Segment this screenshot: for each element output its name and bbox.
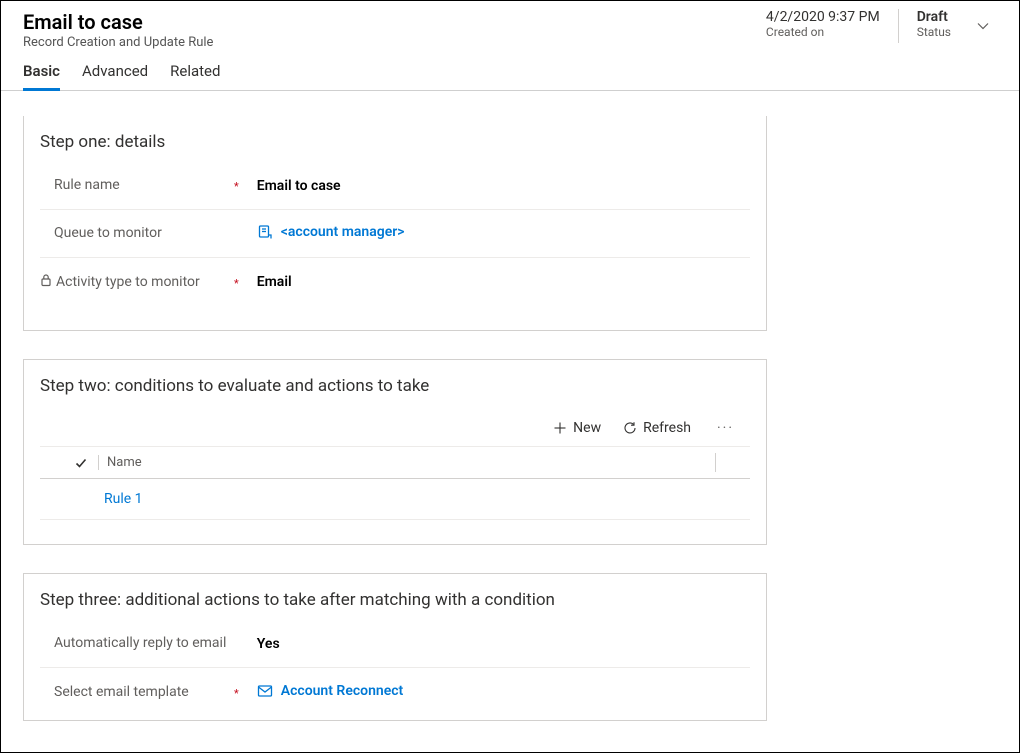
activity-type-value: Email [239, 274, 292, 290]
field-queue-to-monitor[interactable]: Queue to monitor * <account manager> [40, 210, 750, 258]
select-all-checkbox[interactable] [70, 456, 92, 470]
plus-icon [553, 421, 567, 435]
chevron-down-icon [975, 18, 991, 34]
tab-list: Basic Advanced Related [1, 50, 1019, 91]
tab-related[interactable]: Related [170, 62, 220, 90]
email-template-value: Account Reconnect [281, 683, 404, 699]
page-title: Email to case [23, 9, 213, 35]
email-template-icon [257, 684, 273, 698]
rule-name-value[interactable]: Email to case [239, 178, 341, 194]
header-meta: 4/2/2020 9:37 PM Created on Draft Status [766, 7, 997, 43]
created-on-block: 4/2/2020 9:37 PM Created on [766, 9, 880, 39]
column-header-name[interactable]: Name [98, 455, 142, 470]
rule-name-label: Rule name [54, 176, 120, 195]
created-on-value: 4/2/2020 9:37 PM [766, 9, 880, 25]
queue-lookup-value[interactable]: <account manager> [257, 224, 405, 240]
created-on-label: Created on [766, 25, 880, 39]
status-block: Draft Status [917, 9, 951, 39]
grid-row[interactable]: Rule 1 [40, 479, 750, 520]
status-label: Status [917, 25, 951, 39]
field-email-template[interactable]: Select email template * Account Reconnec… [40, 668, 750, 716]
content-inner: Step one: details Rule name * Email to c… [23, 116, 767, 721]
email-template-lookup[interactable]: Account Reconnect [257, 683, 404, 699]
meta-divider [898, 9, 899, 43]
grid-header: Name [40, 446, 750, 479]
tab-advanced[interactable]: Advanced [82, 62, 148, 90]
refresh-button-label: Refresh [643, 420, 691, 436]
rule-link[interactable]: Rule 1 [104, 491, 143, 507]
field-auto-reply[interactable]: Automatically reply to email * Yes [40, 620, 750, 668]
step-two-title: Step two: conditions to evaluate and act… [40, 376, 750, 396]
refresh-icon [623, 421, 637, 435]
new-button[interactable]: New [553, 420, 601, 436]
queue-value-text: <account manager> [281, 224, 405, 240]
header-expand-button[interactable] [969, 12, 997, 40]
auto-reply-value[interactable]: Yes [239, 636, 280, 652]
step-one-panel: Step one: details Rule name * Email to c… [23, 116, 767, 331]
content-scroll[interactable]: Step one: details Rule name * Email to c… [1, 116, 1019, 752]
step-three-panel: Step three: additional actions to take a… [23, 573, 767, 721]
step-three-title: Step three: additional actions to take a… [40, 590, 750, 610]
queue-icon [257, 224, 273, 240]
field-activity-type: Activity type to monitor * Email [40, 258, 750, 306]
auto-reply-label: Automatically reply to email [54, 634, 226, 653]
email-template-label: Select email template [54, 683, 189, 702]
checkmark-icon [74, 456, 88, 470]
step-one-title: Step one: details [40, 132, 750, 152]
queue-label: Queue to monitor [54, 224, 162, 243]
refresh-button[interactable]: Refresh [623, 420, 691, 436]
activity-type-label: Activity type to monitor [56, 273, 200, 292]
more-commands-button[interactable]: ··· [713, 420, 738, 436]
tab-basic[interactable]: Basic [23, 62, 60, 91]
status-value: Draft [917, 9, 951, 25]
grid-toolbar: New Refresh ··· [40, 406, 750, 446]
page-subtitle: Record Creation and Update Rule [23, 35, 213, 50]
lock-icon [40, 273, 52, 291]
form-header: Email to case Record Creation and Update… [1, 1, 1019, 50]
field-rule-name[interactable]: Rule name * Email to case [40, 162, 750, 210]
step-two-panel: Step two: conditions to evaluate and act… [23, 359, 767, 545]
new-button-label: New [573, 420, 601, 436]
header-title-block: Email to case Record Creation and Update… [23, 7, 213, 50]
